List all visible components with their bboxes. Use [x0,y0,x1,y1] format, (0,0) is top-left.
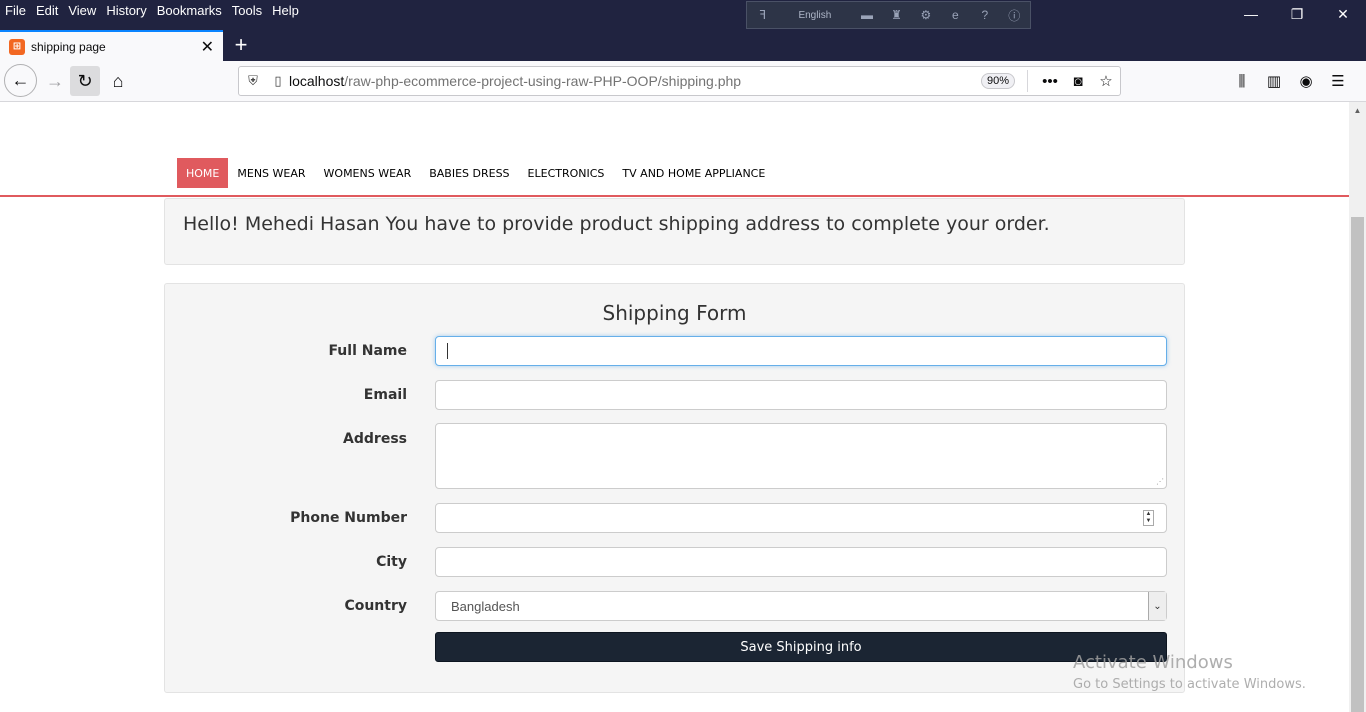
extension-chess-icon[interactable]: ♜ [889,8,904,22]
page-actions-icon[interactable]: ••• [1036,73,1064,90]
hamburger-menu-icon[interactable]: ☰ [1326,69,1350,93]
watermark-subtitle: Go to Settings to activate Windows. [1073,677,1306,692]
extension-info-icon[interactable]: ⓘ [1007,8,1022,23]
form-title: Shipping Form [602,301,747,325]
email-label: Email [363,387,407,403]
address-label: Address [343,431,407,447]
extension-logo-icon[interactable]: ꟻ [755,8,770,22]
site-navigation: HOME MENS WEAR WOMENS WEAR BABIES DRESS … [177,158,774,188]
url-separator [1027,70,1028,92]
full-name-label: Full Name [328,343,407,359]
sidebar-icon[interactable]: ▥ [1262,69,1286,93]
city-input[interactable] [435,547,1167,577]
scroll-thumb[interactable] [1351,217,1364,712]
nav-tv-home-appliance[interactable]: TV AND HOME APPLIANCE [613,158,774,188]
save-shipping-button[interactable]: Save Shipping info [435,632,1167,662]
menu-edit[interactable]: Edit [31,1,63,21]
account-icon[interactable]: ◉ [1294,69,1318,93]
windows-activation-watermark: Activate Windows Go to Settings to activ… [1073,652,1306,692]
menu-history[interactable]: History [101,1,151,21]
nav-divider [0,195,1349,197]
home-icon[interactable]: ⌂ [103,66,133,96]
extension-toolbar: ꟻ English ▬ ♜ ⚙ e ? ⓘ [746,1,1031,29]
reload-icon[interactable]: ↻ [70,66,100,96]
country-selected-value: Bangladesh [451,599,520,614]
nav-home[interactable]: HOME [177,158,229,188]
shipping-notice: Hello! Mehedi Hasan You have to provide … [164,198,1185,265]
tracking-shield-icon[interactable]: ⛨ [239,73,267,89]
country-select[interactable]: Bangladesh ⌄ [435,591,1167,621]
text-caret [447,343,448,359]
extension-hat-icon[interactable]: ▬ [859,8,874,22]
menu-bookmarks[interactable]: Bookmarks [152,1,227,21]
tab-title: shipping page [31,39,106,54]
email-input[interactable] [435,380,1167,410]
menu-bar: File Edit View History Bookmarks Tools H… [0,0,304,22]
shipping-notice-text: Hello! Mehedi Hasan You have to provide … [183,213,1050,235]
window-controls: — ❐ ✕ [1228,0,1366,28]
toolbar-right: ⫼ ▥ ◉ ☰ [1230,69,1350,93]
extension-gear-icon[interactable]: ⚙ [918,8,933,22]
nav-electronics[interactable]: ELECTRONICS [519,158,614,188]
address-textarea[interactable]: ⋰ [435,423,1167,489]
full-name-input[interactable] [435,336,1167,366]
extension-help-icon[interactable]: ? [977,8,992,22]
shipping-form: Shipping Form Full Name Email Address ⋰ … [164,283,1185,693]
scroll-up-icon[interactable]: ▲ [1349,102,1366,119]
browser-titlebar: File Edit View History Bookmarks Tools H… [0,0,1366,61]
page-info-icon[interactable]: ▯ [267,73,289,89]
vertical-scrollbar[interactable]: ▲ [1349,102,1366,712]
nav-mens-wear[interactable]: MENS WEAR [228,158,314,188]
restore-icon[interactable]: ❐ [1274,0,1320,28]
url-text[interactable]: localhost/raw-php-ecommerce-project-usin… [289,73,981,89]
chevron-down-icon[interactable]: ⌄ [1148,592,1166,620]
extension-language[interactable]: English [784,10,845,21]
menu-view[interactable]: View [63,1,101,21]
country-label: Country [344,598,407,614]
browser-navbar: ← → ↻ ⌂ ⛨ ▯ localhost/raw-php-ecommerce-… [0,61,1366,102]
bookmark-star-icon[interactable]: ☆ [1092,72,1120,90]
page-viewport: HOME MENS WEAR WOMENS WEAR BABIES DRESS … [0,102,1349,712]
menu-file[interactable]: File [0,1,31,21]
watermark-title: Activate Windows [1073,652,1233,673]
close-window-icon[interactable]: ✕ [1320,0,1366,28]
new-tab-icon[interactable]: + [228,32,254,58]
resize-grip-icon[interactable]: ⋰ [1156,477,1164,486]
minimize-icon[interactable]: — [1228,0,1274,28]
url-bar[interactable]: ⛨ ▯ localhost/raw-php-ecommerce-project-… [238,66,1121,96]
number-spinner-icon[interactable]: ▲ ▼ [1143,510,1154,526]
url-path: /raw-php-ecommerce-project-using-raw-PHP… [344,73,742,89]
extension-ie-icon[interactable]: e [948,8,963,22]
phone-input[interactable]: ▲ ▼ [435,503,1167,533]
url-host: localhost [289,73,345,89]
menu-help[interactable]: Help [267,1,304,21]
zoom-badge[interactable]: 90% [980,73,1015,89]
phone-label: Phone Number [290,510,407,526]
tab-shipping-page[interactable]: ⊞ shipping page ✕ [0,30,223,61]
library-icon[interactable]: ⫼ [1230,69,1254,93]
tab-close-icon[interactable]: ✕ [201,37,214,57]
forward-arrow-icon[interactable]: → [40,66,70,96]
menu-tools[interactable]: Tools [227,1,267,21]
nav-babies-dress[interactable]: BABIES DRESS [420,158,518,188]
favicon-icon: ⊞ [9,38,25,55]
pocket-icon[interactable]: ◙ [1064,73,1092,90]
nav-womens-wear[interactable]: WOMENS WEAR [315,158,421,188]
city-label: City [376,554,407,570]
back-arrow-icon[interactable]: ← [4,64,37,97]
